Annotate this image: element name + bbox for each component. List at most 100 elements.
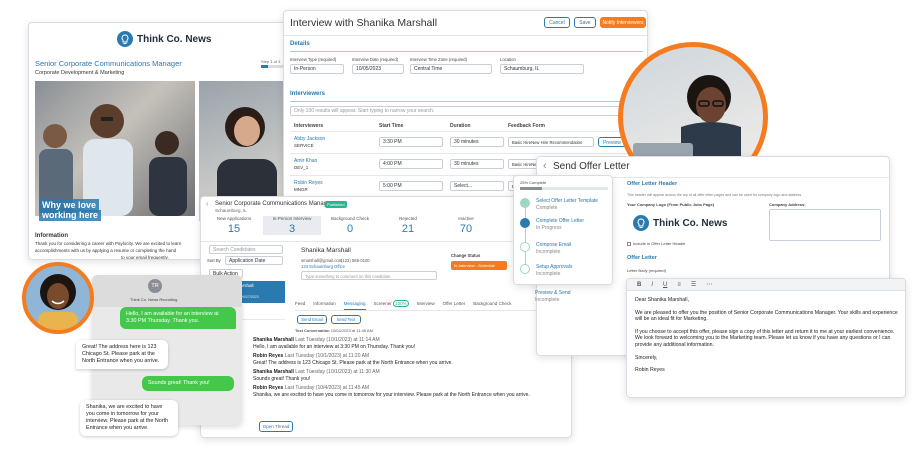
save-button[interactable]: Save [574,17,596,28]
tab-information[interactable]: Information [313,301,336,310]
interview-type-select[interactable]: In-Person [290,64,344,74]
open-thread-button[interactable]: Open Thread [259,421,293,432]
step-setup-approvals[interactable]: Setup Approvals Incomplete [536,264,572,277]
checkbox-icon[interactable] [627,241,631,246]
interviewer-search-input[interactable]: Only 100 results will appear. Start typi… [290,106,643,116]
candidate-name: Shanika Marshall [301,247,351,254]
tab-feed[interactable]: Feed [295,301,305,310]
candidate-office[interactable]: 123 Schaumburg Office [301,264,345,269]
include-header-checkbox[interactable]: Include in Offer Letter Header [627,241,686,246]
screener-score-badge: 100% [393,300,409,307]
back-chevron-icon[interactable]: ‹ [543,160,547,172]
send-email-button[interactable]: Send Email [297,315,327,324]
info-text-3: to your email frequently. [121,255,169,260]
step-pending-icon [520,264,530,274]
woman-smiling-illustration [38,274,78,330]
banner-caption-2: working here [39,210,102,221]
candidate-tabs: Feed Information Messaging Screener 100%… [295,300,571,311]
letter-editor: B I U ≡ ☰ ⋯ Dear Shanika Marshall, We ar… [626,278,906,398]
stat-background-check[interactable]: Background Check 0 [321,216,379,235]
step-select-template[interactable]: Select Offer Letter Template Complete [536,198,598,211]
italic-icon[interactable]: I [651,279,653,290]
interview-date-input[interactable]: 10/05/2023 [352,64,404,74]
interviewers-section: Interviewers [290,91,326,97]
status-select[interactable]: In-Interview - Schedule [451,261,507,270]
candidate-search-input[interactable]: Search Candidates [209,245,283,254]
tab-background-check[interactable]: Background Check [473,301,511,310]
logo-label: Your Company Logo (From Public Jobs Page… [627,202,715,207]
duration-select[interactable]: 30 minutes [450,137,504,147]
tab-offer-letter[interactable]: Offer Letter [443,301,466,310]
stat-new-applications[interactable]: New Applications 15 [205,216,263,235]
brand-logo: Think Co. News [117,31,211,47]
time-zone-label: Interview Time Zone (required) [410,57,468,62]
notify-interviewers-button[interactable]: Notify Interviewers [600,17,646,28]
progress-bar-fill [520,187,542,190]
feedback-form-select[interactable]: Basic HireNew Hire Recommendation [508,137,594,147]
underline-icon[interactable]: U [663,279,667,290]
progress-label: 25% Complete [520,180,547,185]
stat-in-person-interview[interactable]: In-Person Interview 3 [263,216,321,235]
cancel-button[interactable]: Cancel [544,17,570,28]
duration-select[interactable]: Select... [450,181,504,191]
tab-interview[interactable]: Interview [417,301,435,310]
job-title: Senior Corporate Communications Manager [35,59,182,68]
tab-screener[interactable]: Screener 100% [374,300,409,310]
interviewer-dept: DEV_1 [294,165,309,170]
stat-rejected[interactable]: Rejected 21 [379,216,437,235]
change-status-label: Change Status [451,253,481,258]
lightbulb-icon [633,215,649,231]
company-address-input[interactable] [769,209,881,241]
message-thread: Shanika Marshall Last Tuesday (10/1/2023… [253,337,569,417]
message-item: Robin Reyes Last Tuesday (10/1/2023) at … [253,353,453,366]
letter-closing: Sincerely, [635,354,658,361]
message-item: Shanika Marshall Last Tuesday (10/1/2023… [253,369,380,382]
offer-brand-name: Think Co. News [653,217,728,229]
step-compose-email[interactable]: Compose Email Incomplete [536,242,571,255]
time-zone-select[interactable]: Central Time [410,64,492,74]
interviewer-name[interactable]: Amir Khan [294,158,317,164]
candidate-email[interactable]: smarshall@gmail.com [301,258,342,263]
step-complete-icon [520,198,530,208]
interview-type-label: Interview Type (required) [290,57,337,62]
stat-inactive[interactable]: Inactive 70 [437,216,495,235]
start-time-input[interactable]: 4:00 PM [379,159,443,169]
letter-body[interactable]: Dear Shanika Marshall, We are pleased to… [635,297,899,374]
duration-select[interactable]: 30 minutes [450,159,504,169]
start-time-input[interactable]: 5:00 PM [379,181,443,191]
progress-bar [520,187,608,190]
letter-paragraph-2: If you choose to accept this offer, plea… [635,328,895,348]
numbered-list-icon[interactable]: ☰ [691,279,696,290]
candidate-photo [22,262,94,334]
tab-messaging[interactable]: Messaging [343,301,366,310]
back-chevron-icon[interactable]: ‹ [206,201,208,208]
info-text-1: Thank you for considering a career with … [35,241,182,246]
chat-bubble-received: Great! The address here is 123 Chicago S… [76,340,168,369]
step-preview-send[interactable]: Preview & Send Incomplete [535,290,571,303]
step-complete-offer-letter[interactable]: Complete Offer Letter In Progress [536,218,584,231]
start-time-input[interactable]: 3:30 PM [379,137,443,147]
job-location: Schaumburg, IL [215,208,247,213]
interviewer-dept: SERVICE [294,143,314,148]
comment-input[interactable]: Type something to comment on this candid… [301,271,437,280]
chat-bubble-sent: Hello, I am available for an interview a… [120,307,236,329]
bullet-list-icon[interactable]: ≡ [677,279,681,290]
editor-toolbar: B I U ≡ ☰ ⋯ [627,279,905,291]
offer-progress-stepper: 25% Complete Select Offer Letter Templat… [513,175,613,285]
interviewer-name[interactable]: Abby Jackson [294,136,325,142]
send-text-button[interactable]: Send Text [331,315,361,324]
letter-body-label: Letter Body (required) [627,268,666,273]
bold-icon[interactable]: B [637,279,641,290]
message-item: Shanika Marshall Last Tuesday (10/1/2023… [253,337,416,350]
avatar: TR [148,279,162,293]
offer-header-note: This header will appear across the top o… [627,193,803,197]
letter-signature: Robin Reyes [635,367,665,374]
more-options-icon[interactable]: ⋯ [706,279,712,290]
people-photo-illustration [39,104,187,216]
interviewer-name[interactable]: Robin Reyes [294,180,323,186]
offer-letter-section: Offer Letter [627,255,657,261]
candidate-phone[interactable]: (123) 555-0100 [341,258,370,263]
location-select[interactable]: Schaumburg, IL [500,64,584,74]
letter-paragraph-1: We are pleased to offer you the position… [635,309,898,323]
sort-by-select[interactable]: Application Date [225,256,283,265]
